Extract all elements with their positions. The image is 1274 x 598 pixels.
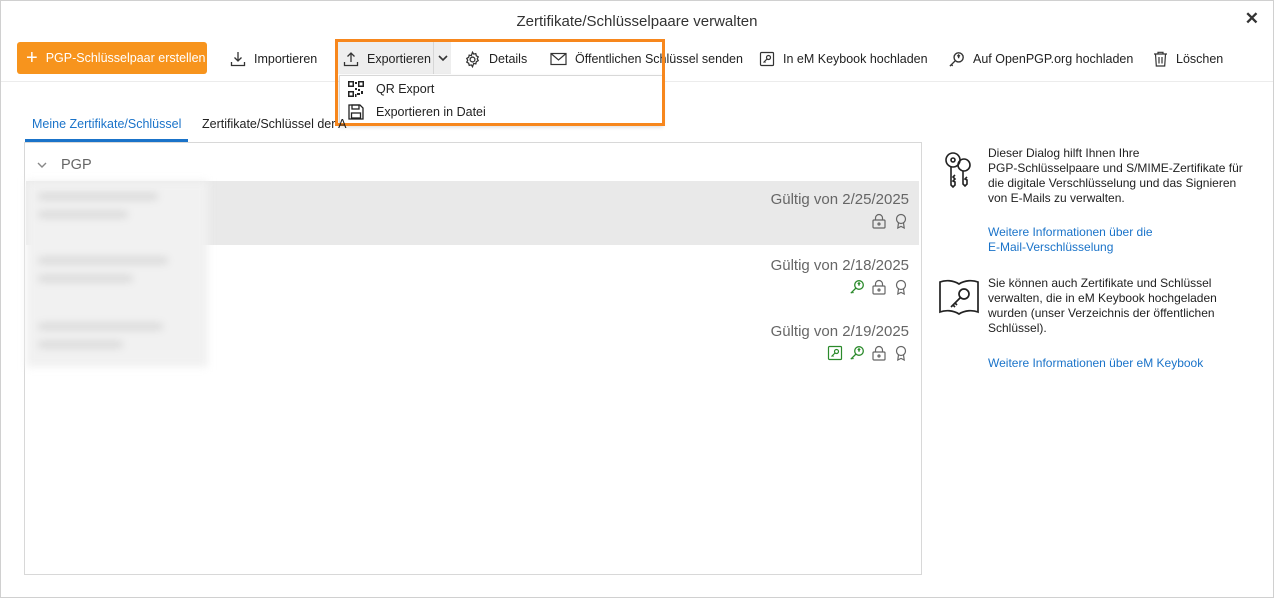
key-upload-icon — [850, 280, 864, 294]
close-icon[interactable]: ✕ — [1245, 9, 1259, 29]
group-header-pgp[interactable]: PGP — [37, 157, 92, 173]
send-public-key-label: Öffentlichen Schlüssel senden — [575, 52, 743, 66]
chevron-down-icon — [37, 162, 47, 168]
gear-icon — [465, 50, 480, 68]
link-encryption-info[interactable]: Weitere Informationen über die E-Mail-Ve… — [988, 225, 1153, 255]
award-icon — [895, 213, 907, 229]
export-split-button[interactable]: Exportieren — [337, 42, 451, 74]
row-validity: Gültig von 2/25/2025 — [770, 191, 909, 208]
row-icons — [849, 279, 909, 295]
link-keybook-info[interactable]: Weitere Informationen über eM Keybook — [988, 356, 1203, 371]
award-icon — [895, 345, 907, 361]
details-label: Details — [489, 52, 528, 66]
export-button[interactable]: Exportieren — [343, 42, 431, 76]
menu-item-qr-export[interactable]: QR Export — [348, 78, 434, 100]
save-file-icon — [348, 104, 364, 120]
export-label: Exportieren — [367, 52, 431, 66]
key-upload-icon — [850, 346, 864, 360]
create-keypair-button[interactable]: + PGP-Schlüsselpaar erstellen — [17, 42, 207, 74]
keybook-icon — [827, 345, 843, 361]
export-dropdown-menu: QR Export Exportieren in Datei — [339, 75, 663, 125]
chevron-down-icon — [438, 55, 448, 62]
key-upload-icon — [949, 51, 964, 67]
export-dropdown-toggle[interactable] — [433, 42, 452, 74]
window-title: Zertifikate/Schlüsselpaare verwalten — [516, 13, 758, 30]
openpgp-upload-button[interactable]: Auf OpenPGP.org hochladen — [948, 42, 1133, 76]
redacted-identities — [26, 181, 208, 367]
qr-code-icon — [348, 81, 364, 97]
row-validity: Gültig von 2/18/2025 — [770, 257, 909, 274]
row-icons — [827, 345, 909, 361]
info-text-encryption: Dieser Dialog hilft Ihnen Ihre PGP-Schlü… — [988, 146, 1243, 205]
row-icons — [871, 213, 909, 229]
send-public-key-button[interactable]: Öffentlichen Schlüssel senden — [550, 42, 743, 76]
keys-icon — [945, 152, 971, 189]
plus-icon: + — [26, 47, 38, 69]
delete-label: Löschen — [1176, 52, 1224, 66]
import-button[interactable]: Importieren — [230, 42, 317, 76]
lock-icon — [872, 213, 886, 229]
keybook-icon — [759, 51, 775, 67]
lock-icon — [872, 345, 886, 361]
trash-icon — [1154, 51, 1167, 67]
lock-icon — [872, 279, 886, 295]
keybook-upload-label: In eM Keybook hochladen — [783, 52, 928, 66]
export-icon — [343, 52, 359, 67]
keybook-book-icon — [939, 279, 979, 316]
openpgp-upload-label: Auf OpenPGP.org hochladen — [973, 52, 1134, 66]
envelope-icon — [550, 52, 567, 66]
tab-my-certificates[interactable]: Meine Zertifikate/Schlüssel — [25, 109, 189, 142]
certificate-manager-window: Zertifikate/Schlüsselpaare verwalten ✕ +… — [0, 0, 1274, 598]
certificate-list: PGP Gültig von 2/25/2025 Gültig von 2/18… — [24, 142, 922, 575]
info-text-keybook: Sie können auch Zertifikate und Schlüsse… — [988, 276, 1217, 335]
award-icon — [895, 279, 907, 295]
import-icon — [230, 52, 246, 67]
import-label: Importieren — [254, 52, 318, 66]
group-label: PGP — [61, 157, 92, 173]
qr-export-label: QR Export — [376, 82, 435, 96]
create-keypair-label: PGP-Schlüsselpaar erstellen — [45, 51, 206, 65]
tab-other-certificates[interactable]: Zertifikate/Schlüssel der A — [202, 109, 347, 139]
details-button[interactable]: Details — [464, 42, 527, 76]
delete-button[interactable]: Löschen — [1153, 42, 1223, 76]
menu-item-export-file[interactable]: Exportieren in Datei — [348, 101, 486, 123]
keybook-upload-button[interactable]: In eM Keybook hochladen — [759, 42, 928, 76]
export-file-label: Exportieren in Datei — [376, 105, 486, 119]
row-validity: Gültig von 2/19/2025 — [770, 323, 909, 340]
